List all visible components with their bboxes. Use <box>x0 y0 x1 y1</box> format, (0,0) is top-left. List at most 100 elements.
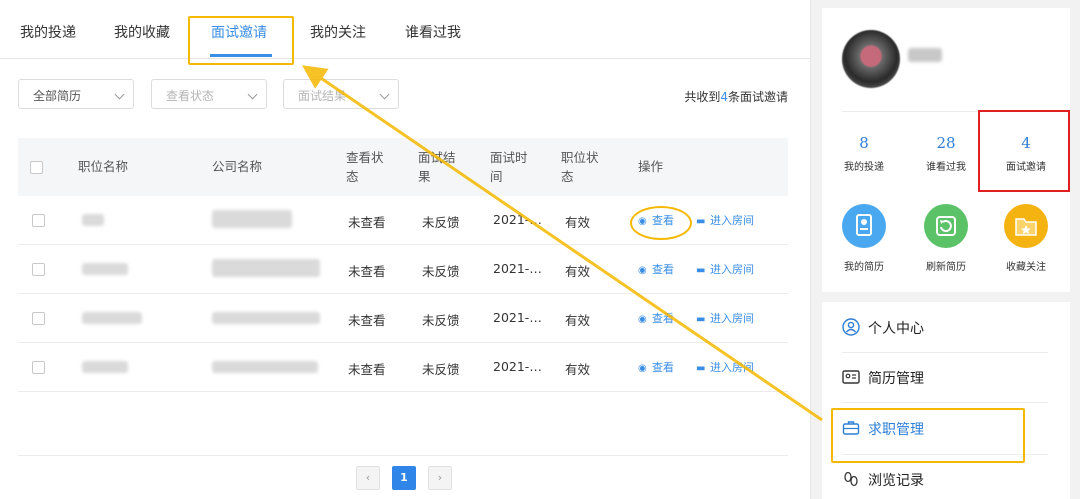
table-row: 未查看 未反馈 2021-… 有效 ◉ 查看 ▬ 进入房间 <box>18 343 788 392</box>
row-checkbox[interactable] <box>32 361 45 374</box>
shortcut-label: 收藏关注 <box>1006 262 1046 273</box>
redacted-position <box>82 312 142 324</box>
table-row: 未查看 未反馈 2021-… 有效 ◉ 查看 ▬ 进入房间 <box>18 245 788 294</box>
view-status-filter-select[interactable]: 查看状态 <box>151 79 267 109</box>
interview-result-filter-placeholder: 面试结果 <box>298 89 347 103</box>
resume-icon <box>842 204 886 248</box>
enter-room-link[interactable]: ▬ 进入房间 <box>696 261 754 277</box>
highlight-box-interview-stat <box>978 110 1070 192</box>
enter-room-link[interactable]: ▬ 进入房间 <box>696 212 754 228</box>
header-interview-result: 面试结 果 <box>418 150 456 184</box>
highlight-box-job-management <box>831 408 1025 463</box>
refresh-icon <box>924 204 968 248</box>
id-card-icon <box>842 368 860 386</box>
tab-bar: 我的投递 我的收藏 面试邀请 我的关注 谁看过我 <box>0 0 810 59</box>
stat-label: 谁看过我 <box>926 162 966 173</box>
redacted-username <box>908 48 942 62</box>
chevron-down-icon <box>379 89 390 100</box>
stat-who-viewed-me[interactable]: 28 谁看过我 <box>916 134 976 173</box>
interview-result-filter-select[interactable]: 面试结果 <box>283 79 399 109</box>
view-link[interactable]: ◉ 查看 <box>638 310 674 326</box>
chat-icon: ▬ <box>696 265 706 276</box>
invitation-count-summary: 共收到4条面试邀请 <box>684 90 788 104</box>
prev-page-button[interactable]: ‹ <box>356 466 380 490</box>
highlight-ellipse-view <box>630 206 692 240</box>
interview-result: 未反馈 <box>422 264 460 279</box>
position-status: 有效 <box>565 313 591 328</box>
redacted-position <box>82 263 128 275</box>
redacted-position <box>82 214 104 226</box>
user-icon <box>842 318 860 336</box>
folder-star-icon <box>1004 204 1048 248</box>
interview-time: 2021-… <box>493 261 542 276</box>
favorites-shortcut[interactable]: 收藏关注 <box>996 204 1056 273</box>
chevron-down-icon <box>114 89 125 100</box>
tab-my-applications[interactable]: 我的投递 <box>20 22 76 42</box>
eye-icon: ◉ <box>638 314 647 325</box>
tab-my-follows[interactable]: 我的关注 <box>310 22 366 42</box>
menu-item-browsing-history[interactable]: 浏览记录 <box>842 470 924 490</box>
main-panel: 我的投递 我的收藏 面试邀请 我的关注 谁看过我 全部简历 查看状态 面试结果 … <box>0 0 811 499</box>
shortcut-label: 我的简历 <box>844 262 884 273</box>
refresh-resume-shortcut[interactable]: 刷新简历 <box>916 204 976 273</box>
enter-room-link[interactable]: ▬ 进入房间 <box>696 310 754 326</box>
view-status: 未查看 <box>348 264 386 279</box>
menu-item-resume-management[interactable]: 简历管理 <box>842 368 924 388</box>
resume-filter-select[interactable]: 全部简历 <box>18 79 134 109</box>
row-checkbox[interactable] <box>32 263 45 276</box>
stat-my-applications[interactable]: 8 我的投递 <box>834 134 894 173</box>
row-checkbox[interactable] <box>32 312 45 325</box>
tab-my-favorites[interactable]: 我的收藏 <box>114 22 170 42</box>
redacted-company <box>212 312 320 324</box>
interview-time: 2021-… <box>493 359 542 374</box>
redacted-company <box>212 259 320 277</box>
chat-icon: ▬ <box>696 216 706 227</box>
interview-time: 2021-… <box>493 212 542 227</box>
next-page-button[interactable]: › <box>428 466 452 490</box>
position-status: 有效 <box>565 362 591 377</box>
redacted-company <box>212 210 292 228</box>
header-interview-time: 面试时 间 <box>490 150 528 184</box>
chevron-down-icon <box>247 89 258 100</box>
select-all-checkbox[interactable] <box>30 161 43 174</box>
table-footer-divider <box>18 455 788 456</box>
view-link[interactable]: ◉ 查看 <box>638 359 674 375</box>
interview-result: 未反馈 <box>422 313 460 328</box>
enter-room-link[interactable]: ▬ 进入房间 <box>696 359 754 375</box>
page-1-button[interactable]: 1 <box>392 466 416 490</box>
header-action: 操作 <box>638 159 664 174</box>
view-status: 未查看 <box>348 215 386 230</box>
divider <box>842 402 1048 403</box>
header-view-status: 查看状 态 <box>346 150 384 184</box>
highlight-box-tab <box>188 16 294 65</box>
interview-result: 未反馈 <box>422 215 460 230</box>
header-position: 职位名称 <box>78 159 129 174</box>
position-status: 有效 <box>565 264 591 279</box>
redacted-company <box>212 361 318 373</box>
invitation-count: 4 <box>720 90 728 104</box>
row-checkbox[interactable] <box>32 214 45 227</box>
side-menu: 个人中心 简历管理 求职管理 浏览记录 <box>822 302 1070 499</box>
view-status-filter-placeholder: 查看状态 <box>166 89 215 103</box>
divider <box>842 352 1048 353</box>
shortcut-label: 刷新简历 <box>926 262 966 273</box>
tab-who-viewed-me[interactable]: 谁看过我 <box>405 22 461 42</box>
stat-value: 8 <box>859 134 869 152</box>
stat-label: 我的投递 <box>844 162 884 173</box>
stat-value: 28 <box>936 134 956 152</box>
table-header: 职位名称 公司名称 查看状 态 面试结 果 面试时 间 职位状 态 操作 <box>18 138 788 196</box>
my-resume-shortcut[interactable]: 我的简历 <box>834 204 894 273</box>
header-position-status: 职位状 态 <box>561 150 599 184</box>
profile-card: 8 我的投递 28 谁看过我 4 面试邀请 我的简历 刷新简历 收藏关注 <box>822 8 1070 292</box>
interview-time: 2021-… <box>493 310 542 325</box>
chat-icon: ▬ <box>696 363 706 374</box>
view-status: 未查看 <box>348 362 386 377</box>
chat-icon: ▬ <box>696 314 706 325</box>
view-link[interactable]: ◉ 查看 <box>638 261 674 277</box>
header-company: 公司名称 <box>212 159 263 174</box>
menu-item-personal-center[interactable]: 个人中心 <box>842 318 924 338</box>
eye-icon: ◉ <box>638 363 647 374</box>
interview-result: 未反馈 <box>422 362 460 377</box>
position-status: 有效 <box>565 215 591 230</box>
avatar[interactable] <box>842 30 900 88</box>
